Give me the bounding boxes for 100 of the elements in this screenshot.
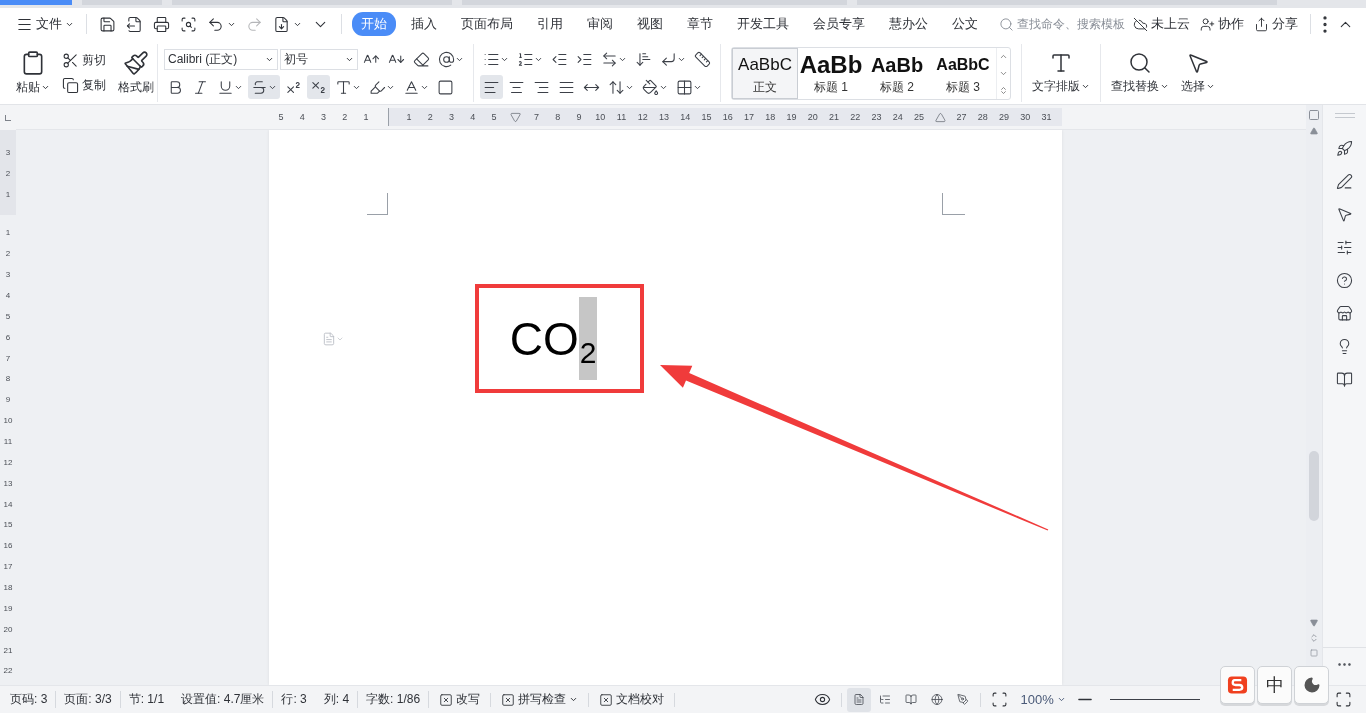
- share-button[interactable]: 分享: [1250, 12, 1302, 36]
- ribbon-tab[interactable]: 开发工具: [728, 12, 798, 36]
- ruler-number: 20: [806, 112, 819, 122]
- ribbon-tab[interactable]: 页面布局: [452, 12, 522, 36]
- command-search-field[interactable]: 查找命令、搜索模板: [999, 15, 1125, 33]
- style-card[interactable]: AaBbC 标题 3: [930, 47, 996, 99]
- ruler-number: 5: [5, 310, 11, 323]
- scroll-top-icon[interactable]: [1308, 109, 1320, 121]
- highlighter-icon: [369, 78, 386, 96]
- status-toggle[interactable]: 拼写检查: [495, 689, 585, 710]
- status-text: 行: 3: [280, 691, 308, 708]
- indent-marker-icon[interactable]: [934, 111, 946, 123]
- formula-text: CO: [509, 315, 579, 362]
- copy-icon: [62, 77, 79, 94]
- expand-icon[interactable]: [999, 85, 1008, 95]
- select-button[interactable]: 选择: [1177, 49, 1219, 97]
- ruler-number: 13: [3, 477, 13, 490]
- character-border-icon: [437, 78, 454, 96]
- ribbon-tab[interactable]: 章节: [678, 12, 722, 36]
- ruler-number: 14: [679, 112, 692, 122]
- caret-icon: [41, 83, 50, 92]
- pen-icon: [957, 691, 970, 708]
- pointer-icon[interactable]: [1336, 206, 1353, 223]
- globe-icon: [931, 691, 944, 708]
- collaborate-button[interactable]: 协作: [1196, 12, 1248, 36]
- ruler-number: 1: [362, 112, 370, 122]
- align-left-button[interactable]: [480, 75, 503, 99]
- style-card[interactable]: AaBbC 正文: [732, 47, 798, 99]
- font-size-field[interactable]: 初号: [280, 48, 358, 70]
- ribbon-tab[interactable]: 慧办公: [880, 12, 937, 36]
- paste-button[interactable]: 粘贴: [12, 48, 54, 98]
- ruler-number: 2: [5, 167, 11, 180]
- file-menu[interactable]: 文件: [12, 12, 78, 36]
- ime-logo-icon: [1227, 675, 1248, 695]
- text-layout-icon: [1049, 51, 1073, 75]
- book-search-icon[interactable]: [1336, 371, 1353, 388]
- format-painter-button[interactable]: 格式刷: [114, 48, 158, 98]
- share-icon: [1254, 16, 1269, 32]
- strikethrough-button[interactable]: [248, 75, 280, 99]
- caret-icon: [569, 695, 579, 704]
- ime-mode-key[interactable]: 中: [1257, 666, 1292, 704]
- sliders-icon[interactable]: [1336, 239, 1353, 256]
- indent-marker-icon[interactable]: [509, 111, 521, 123]
- store-icon[interactable]: [1336, 305, 1353, 322]
- cloud-button[interactable]: 未上云: [1129, 12, 1194, 36]
- ribbon-tab[interactable]: 审阅: [578, 12, 622, 36]
- borders-icon: [676, 78, 693, 96]
- phonetic-icon: [438, 50, 455, 68]
- subscript-button[interactable]: [307, 75, 330, 99]
- ruler-number: 4: [298, 112, 306, 122]
- scrollbar-thumb[interactable]: [1309, 451, 1319, 521]
- fullscreen-icon: [1335, 691, 1352, 708]
- status-text: 页码: 3: [6, 691, 57, 708]
- paintbrush-icon: [123, 50, 149, 76]
- status-toggle[interactable]: 改写: [433, 689, 487, 710]
- scissors-icon: [62, 52, 79, 69]
- copy-button[interactable]: 复制: [58, 75, 110, 96]
- ruler-number: 8: [554, 112, 562, 122]
- ruler-number: 15: [700, 112, 713, 122]
- status-toggle[interactable]: 文档校对: [593, 689, 671, 710]
- font-family-field[interactable]: Calibri (正文): [164, 48, 278, 70]
- ime-logo-key[interactable]: [1220, 666, 1255, 704]
- ribbon-tab[interactable]: 会员专享: [804, 12, 874, 36]
- text-layout-button[interactable]: 文字排版: [1028, 49, 1094, 97]
- fit-icon: [991, 691, 1009, 708]
- ribbon-tab[interactable]: 视图: [628, 12, 672, 36]
- ruler-number: 4: [469, 112, 477, 122]
- caret-icon: [1206, 82, 1215, 91]
- ruler-number: 5: [277, 112, 285, 122]
- rocket-icon[interactable]: [1336, 140, 1353, 157]
- ruler-number: 12: [3, 456, 13, 469]
- ruler-number: 10: [3, 415, 13, 428]
- help-icon[interactable]: [1336, 272, 1353, 289]
- search-icon: [999, 16, 1014, 32]
- scroll-up-icon[interactable]: [1310, 127, 1318, 135]
- minus-icon: [1077, 698, 1092, 701]
- margin-corner-mark: [942, 193, 965, 215]
- ribbon-tab[interactable]: 公文: [943, 12, 987, 36]
- caret-icon: [1160, 82, 1169, 91]
- style-preview: AaBb: [799, 50, 863, 79]
- find-replace-button[interactable]: 查找替换: [1107, 49, 1173, 97]
- style-preview: AaBb: [870, 52, 924, 78]
- ruler-number: 3: [5, 269, 11, 282]
- search-icon: [1128, 51, 1152, 75]
- ruler-number: 17: [743, 112, 755, 122]
- style-preview: AaBbC: [936, 54, 990, 75]
- zoom-dropdown[interactable]: 100%: [1014, 690, 1072, 709]
- ribbon-tab[interactable]: 引用: [528, 12, 572, 36]
- page-view-button[interactable]: [847, 687, 872, 712]
- ribbon-tab[interactable]: 插入: [402, 12, 446, 36]
- undo-icon: [207, 15, 224, 33]
- caret-icon: [1056, 695, 1066, 704]
- ruler-number: 3: [448, 112, 455, 122]
- cut-button[interactable]: 剪切: [58, 50, 110, 71]
- style-card[interactable]: AaBb 标题 2: [864, 47, 930, 99]
- drag-handle[interactable]: [1334, 113, 1355, 118]
- scroll-down-icon[interactable]: [1310, 619, 1318, 627]
- pen-icon[interactable]: [1336, 173, 1353, 190]
- night-mode-key[interactable]: [1294, 666, 1329, 704]
- style-card[interactable]: AaBb 标题 1: [798, 47, 864, 99]
